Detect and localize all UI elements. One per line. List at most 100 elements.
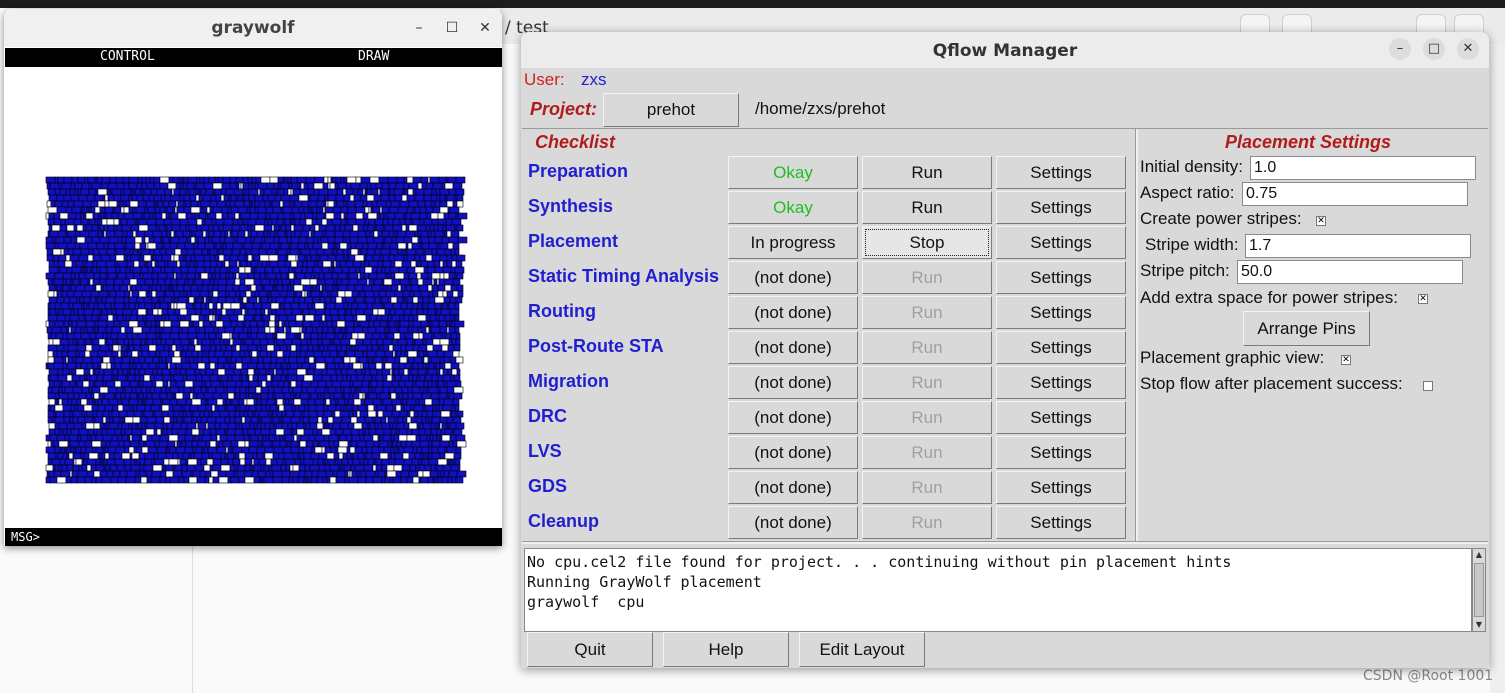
placement-cell	[87, 242, 98, 250]
placement-cell	[180, 356, 187, 364]
placement-cell	[155, 254, 163, 262]
placement-cell	[103, 464, 107, 472]
step-status-button[interactable]: (not done)	[728, 506, 858, 539]
step-status-button[interactable]: In progress	[728, 226, 858, 259]
placement-cell	[249, 206, 256, 214]
run-button[interactable]: Run	[862, 331, 992, 364]
qflow-titlebar[interactable]: Qflow Manager – □ ✕	[521, 32, 1489, 68]
placement-cell	[292, 452, 299, 460]
settings-button[interactable]: Settings	[996, 191, 1126, 224]
run-button[interactable]: Run	[862, 261, 992, 294]
aspect-ratio-input[interactable]: 0.75	[1242, 182, 1468, 206]
placement-cell	[348, 410, 354, 418]
maximize-icon[interactable]: ☐	[441, 17, 463, 39]
placement-cell	[222, 242, 227, 250]
placement-cell	[258, 368, 267, 376]
placement-cell	[359, 272, 365, 280]
minimize-icon[interactable]: –	[1389, 38, 1411, 60]
placement-cell	[357, 278, 368, 286]
step-status-button[interactable]: (not done)	[728, 331, 858, 364]
close-icon[interactable]: ✕	[474, 17, 496, 39]
placement-cell	[194, 368, 201, 376]
placement-cell	[139, 374, 145, 382]
control-menu[interactable]: CONTROL	[100, 49, 155, 64]
settings-button[interactable]: Settings	[996, 506, 1126, 539]
settings-button[interactable]: Settings	[996, 156, 1126, 189]
placement-cell	[233, 236, 238, 244]
run-button[interactable]: Run	[862, 436, 992, 469]
placement-cell	[57, 452, 64, 460]
settings-button[interactable]: Settings	[996, 436, 1126, 469]
step-status-button[interactable]: (not done)	[728, 366, 858, 399]
step-status-button[interactable]: (not done)	[728, 261, 858, 294]
scroll-thumb[interactable]	[1474, 563, 1484, 617]
step-status-button[interactable]: (not done)	[728, 471, 858, 504]
placement-cell	[323, 344, 329, 352]
placement-cell	[92, 398, 96, 406]
placement-cell	[414, 452, 422, 460]
console-output[interactable]: No cpu.cel2 file found for project. . . …	[524, 548, 1472, 632]
extra-space-checkbox[interactable]: ✕	[1418, 294, 1428, 304]
step-status-button[interactable]: (not done)	[728, 401, 858, 434]
minimize-icon[interactable]: –	[408, 17, 430, 39]
placement-cell	[98, 368, 105, 376]
placement-cell	[135, 206, 146, 214]
placement-cell	[454, 458, 461, 466]
settings-button[interactable]: Settings	[996, 401, 1126, 434]
scroll-down-icon[interactable]: ▼	[1473, 619, 1485, 631]
run-button[interactable]: Run	[862, 366, 992, 399]
scroll-up-icon[interactable]: ▲	[1473, 549, 1485, 561]
stop-button[interactable]: Stop	[862, 226, 992, 259]
power-stripes-checkbox[interactable]: ✕	[1316, 216, 1326, 226]
console-scrollbar[interactable]: ▲ ▼	[1472, 548, 1486, 632]
step-status-button[interactable]: Okay	[728, 156, 858, 189]
draw-menu[interactable]: DRAW	[358, 49, 389, 64]
placement-cell	[213, 338, 221, 346]
placement-cell	[253, 422, 258, 430]
edit-layout-button[interactable]: Edit Layout	[799, 632, 925, 667]
placement-cell	[166, 392, 173, 400]
placement-cell	[245, 236, 252, 244]
project-button[interactable]: prehot	[603, 93, 739, 127]
stripe-pitch-input[interactable]: 50.0	[1237, 260, 1463, 284]
settings-button[interactable]: Settings	[996, 296, 1126, 329]
stop-after-checkbox[interactable]	[1423, 381, 1433, 391]
step-status-button[interactable]: Okay	[728, 191, 858, 224]
graywolf-titlebar[interactable]: graywolf – ☐ ✕	[4, 9, 502, 47]
placement-cell	[47, 440, 52, 448]
placement-canvas[interactable]	[4, 67, 502, 527]
placement-cell	[131, 350, 139, 358]
run-button[interactable]: Run	[862, 296, 992, 329]
run-button[interactable]: Run	[862, 401, 992, 434]
stripe-width-input[interactable]: 1.7	[1245, 234, 1471, 258]
placement-cell	[108, 344, 114, 352]
initial-density-input[interactable]: 1.0	[1250, 156, 1476, 180]
help-button[interactable]: Help	[663, 632, 789, 667]
placement-cell	[248, 440, 259, 448]
placement-cell	[179, 350, 183, 358]
step-status-button[interactable]: (not done)	[728, 296, 858, 329]
placement-cell	[181, 440, 187, 448]
placement-cell	[76, 344, 87, 352]
close-icon[interactable]: ✕	[1457, 38, 1479, 60]
placement-cell	[239, 386, 247, 394]
maximize-icon[interactable]: □	[1423, 38, 1445, 60]
settings-button[interactable]: Settings	[996, 226, 1126, 259]
settings-button[interactable]: Settings	[996, 261, 1126, 294]
run-button[interactable]: Run	[862, 506, 992, 539]
placement-cell	[136, 314, 144, 322]
graywolf-message-bar[interactable]: MSG>	[5, 528, 502, 546]
settings-button[interactable]: Settings	[996, 471, 1126, 504]
placement-cell	[404, 332, 414, 340]
run-button[interactable]: Run	[862, 471, 992, 504]
step-status-button[interactable]: (not done)	[728, 436, 858, 469]
settings-button[interactable]: Settings	[996, 331, 1126, 364]
graphic-view-checkbox[interactable]: ✕	[1341, 355, 1351, 365]
settings-button[interactable]: Settings	[996, 366, 1126, 399]
placement-cell	[58, 308, 64, 316]
arrange-pins-button[interactable]: Arrange Pins	[1243, 311, 1370, 346]
run-button[interactable]: Run	[862, 191, 992, 224]
quit-button[interactable]: Quit	[527, 632, 653, 667]
run-button[interactable]: Run	[862, 156, 992, 189]
placement-cell	[88, 188, 97, 196]
